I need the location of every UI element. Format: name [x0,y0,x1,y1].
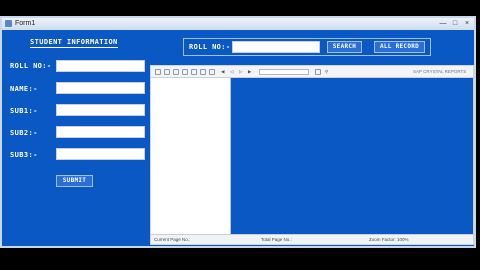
window-title: Form1 [15,20,36,27]
roll-no-input[interactable] [56,60,145,72]
sub3-input[interactable] [56,148,145,160]
sub2-label: SUB2:- [10,129,38,137]
total-page-status: Total Page No.: [261,237,292,242]
search-button[interactable]: SEARCH [327,41,362,53]
group-tree-panel[interactable] [151,78,231,234]
search-roll-label: ROLL NO:- [189,43,231,51]
find-icon[interactable] [315,69,321,75]
refresh-icon[interactable] [173,69,179,75]
sub1-label: SUB1:- [10,107,38,115]
viewer-statusbar: Current Page No.: Total Page No.: Zoom F… [151,234,473,244]
app-icon [5,20,12,27]
next-page-icon[interactable]: ▷ [239,68,242,76]
previous-page-icon[interactable]: ◁ [230,68,233,76]
current-page-status: Current Page No.: [154,237,191,242]
sub1-input[interactable] [56,104,145,116]
page-setup-icon[interactable] [209,69,215,75]
viewer-toolbar: ◀ ◁ ▷ ▶ ⚲ SAP CRYSTAL REPORTS [151,66,473,78]
zoom-factor-status: Zoom Factor: 100% [369,237,409,242]
zoom-icon[interactable]: ⚲ [325,68,328,76]
minimize-button[interactable]: — [438,20,448,27]
toggle-group-tree-icon[interactable] [182,69,188,75]
form-heading: STUDENT INFORMATION [30,38,118,48]
copy-icon[interactable] [200,69,206,75]
application-window: Form1 — □ × STUDENT INFORMATION ROLL NO:… [0,16,476,248]
all-record-button[interactable]: ALL RECORD [374,41,425,53]
close-button[interactable]: × [462,20,472,27]
sub3-label: SUB3:- [10,151,38,159]
export-icon[interactable] [155,69,161,75]
report-page-area[interactable] [231,78,473,234]
print-icon[interactable] [164,69,170,75]
maximize-button[interactable]: □ [450,20,460,27]
goto-page-input[interactable] [259,69,309,75]
search-roll-input[interactable] [232,41,320,53]
toggle-parameter-panel-icon[interactable] [191,69,197,75]
report-viewer: ◀ ◁ ▷ ▶ ⚲ SAP CRYSTAL REPORTS Current Pa… [150,65,474,245]
viewer-brand: SAP CRYSTAL REPORTS [413,69,467,74]
name-input[interactable] [56,82,145,94]
roll-no-label: ROLL NO:- [10,62,52,70]
submit-button[interactable]: SUBMIT [56,175,93,187]
sub2-input[interactable] [56,126,145,138]
title-bar[interactable]: Form1 — □ × [2,18,474,30]
last-page-icon[interactable]: ▶ [248,68,251,76]
first-page-icon[interactable]: ◀ [221,68,224,76]
name-label: NAME:- [10,85,38,93]
